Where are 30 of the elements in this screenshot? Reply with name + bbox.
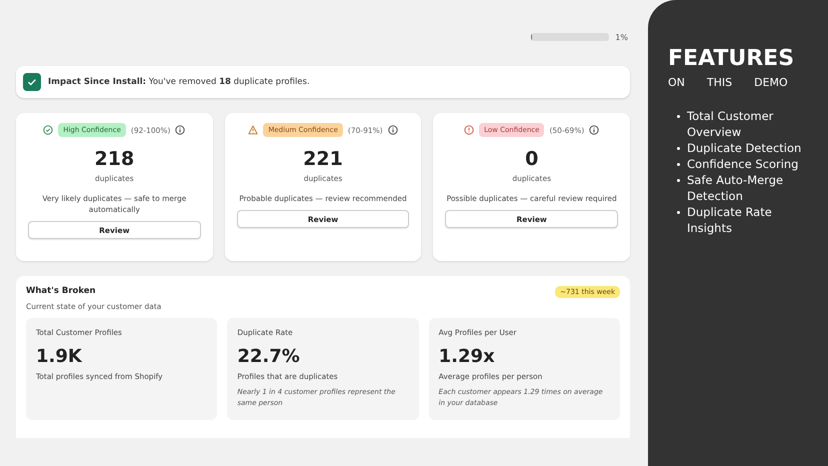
check-circle-icon [43,125,54,135]
feature-item: Duplicate Rate Insights [687,204,773,236]
duplicate-count: 0 [525,148,538,170]
section-title: What's Broken [26,286,97,296]
features-subtitle: DEMO [754,76,788,89]
bullet-icon [677,211,680,214]
features-title: FEATURES [668,46,796,71]
feature-item: Duplicate Detection [687,140,802,156]
stat-value: 1.9K [36,346,84,367]
stat-value: 22.7% [237,346,301,367]
bullet-icon [677,163,680,166]
features-subtitle: ON [668,76,685,89]
alert-circle-icon [464,125,474,135]
info-icon[interactable] [388,125,398,135]
impact-message: Impact Since Install: You've removed 18 duplicate profiles. [48,77,310,87]
stat-value: 1.29x [438,346,496,367]
info-icon[interactable] [175,125,186,135]
feature-item: Safe Auto-Merge Detection [687,172,784,204]
bullet-icon [677,147,680,150]
features-subtitle: THIS [706,76,732,89]
warning-icon [248,125,258,135]
bullet-icon [677,115,680,118]
info-icon[interactable] [589,125,600,135]
check-icon [23,73,41,91]
feature-item: Total Customer Overview [687,108,774,140]
progress-percent: 1% [615,32,628,42]
duplicate-count: 221 [303,148,343,170]
duplicate-count: 218 [94,148,134,170]
bullet-icon [677,179,680,182]
feature-item: Confidence Scoring [687,156,800,172]
